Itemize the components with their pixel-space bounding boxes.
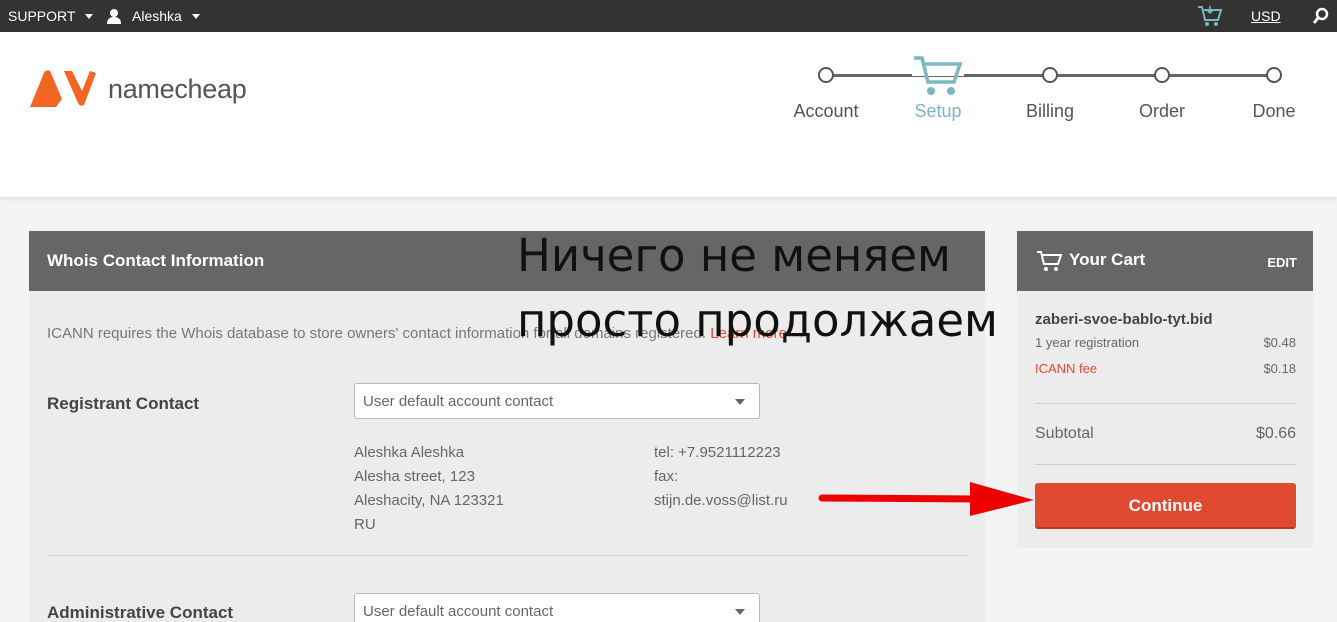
site-header: namecheap Account Setup Billing Order Do…	[0, 32, 1337, 197]
chevron-down-icon	[735, 609, 745, 615]
user-menu[interactable]: Aleshka	[106, 0, 200, 32]
administrative-contact-label: Administrative Contact	[47, 603, 234, 622]
search-button[interactable]	[1312, 0, 1330, 32]
chevron-down-icon	[191, 13, 200, 19]
registration-label: 1 year registration	[1035, 335, 1140, 350]
cart-title: Your Cart	[1069, 250, 1146, 269]
registrant-select-value: User default account contact	[363, 393, 554, 410]
cart-domain: zaberi-svoe-bablo-tyt.bid	[1035, 311, 1296, 328]
address-line: Aleshka Aleshka	[354, 444, 465, 461]
brand-name: namecheap	[108, 73, 247, 104]
user-icon	[107, 9, 121, 24]
cart-icon	[1198, 6, 1223, 26]
namecheap-logo[interactable]: namecheap	[28, 69, 247, 109]
address-line: Alesha street, 123	[354, 468, 475, 485]
namecheap-logo-mark	[30, 70, 96, 107]
icann-fee-label: ICANN fee	[1035, 361, 1098, 376]
cart-icon	[1037, 251, 1063, 271]
address-line: RU	[354, 516, 376, 533]
contact-fax: fax:	[654, 468, 679, 485]
icann-fee-price: $0.18	[1263, 361, 1296, 376]
whois-panel: Whois Contact Information ICANN requires…	[29, 231, 985, 622]
step-account: Account	[793, 101, 859, 121]
cart-panel: Your Cart EDIT zaberi-svoe-bablo-tyt.bid…	[1017, 231, 1313, 548]
cart-subtotal-row: Subtotal $0.66	[1035, 425, 1296, 443]
step-dot-billing	[1042, 67, 1058, 83]
subtotal-label: Subtotal	[1035, 425, 1094, 442]
cart-registration-row: 1 year registration $0.48	[1035, 335, 1296, 350]
chevron-down-icon	[85, 13, 94, 19]
contact-email: stijn.de.voss@list.ru	[654, 492, 788, 509]
annotation-line-2: просто продолжаем	[517, 294, 998, 347]
contact-tel: tel: +7.9521112223	[654, 444, 781, 461]
step-dot-done	[1266, 67, 1282, 83]
currency-selector[interactable]: USD	[1251, 0, 1281, 32]
cart-divider	[1035, 403, 1296, 404]
registrant-address: Aleshka Aleshka Alesha street, 123 Alesh…	[354, 441, 504, 537]
cart-domain-name: zaberi-svoe-bablo-tyt.bid	[1035, 311, 1213, 328]
cart-divider	[1035, 464, 1296, 465]
address-line: Aleshacity, NA 123321	[354, 492, 504, 509]
registrant-contact-label: Registrant Contact	[47, 394, 200, 413]
subtotal-value: $0.66	[1255, 425, 1296, 442]
cart-icon	[912, 56, 964, 95]
support-label: SUPPORT	[8, 8, 76, 24]
section-divider	[47, 555, 967, 556]
step-dot-account	[818, 67, 834, 83]
registrant-contact-details: tel: +7.9521112223 fax: stijn.de.voss@li…	[654, 441, 788, 513]
chevron-down-icon	[735, 399, 745, 405]
step-setup: Setup	[914, 101, 962, 121]
step-order: Order	[1138, 101, 1185, 121]
search-icon	[1312, 7, 1329, 24]
cart-icann-row: ICANN fee $0.18	[1035, 361, 1296, 376]
administrative-select-value: User default account contact	[363, 603, 554, 620]
cart-icon-button[interactable]	[1197, 0, 1223, 32]
step-done: Done	[1252, 101, 1296, 121]
continue-button[interactable]: Continue	[1035, 483, 1296, 529]
step-billing: Billing	[1025, 101, 1075, 121]
top-bar: SUPPORT Aleshka USD	[0, 0, 1337, 32]
administrative-contact-select[interactable]: User default account contact	[354, 593, 760, 622]
annotation-line-1: Ничего не меняем	[517, 229, 952, 282]
cart-header: Your Cart EDIT	[1017, 231, 1313, 291]
registrant-contact-select[interactable]: User default account contact	[354, 383, 760, 419]
red-arrow-annotation	[818, 482, 1034, 516]
user-name: Aleshka	[132, 8, 182, 24]
cart-edit-link[interactable]: EDIT	[1267, 255, 1297, 270]
step-dot-order	[1154, 67, 1170, 83]
registration-price: $0.48	[1263, 335, 1296, 350]
support-menu[interactable]: SUPPORT	[8, 0, 94, 32]
